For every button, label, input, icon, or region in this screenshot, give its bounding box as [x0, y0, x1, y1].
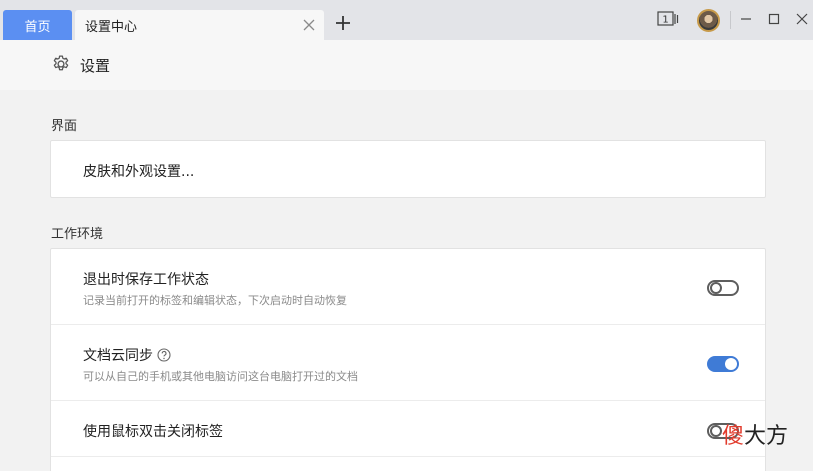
watermark-first-char: 傻	[722, 424, 745, 449]
tab-home-label: 首页	[24, 19, 51, 35]
plus-icon[interactable]	[334, 14, 352, 32]
tab-settings-center[interactable]: 设置中心	[75, 10, 324, 40]
section-label-work-env: 工作环境	[51, 227, 104, 242]
toggle-knob	[710, 282, 722, 294]
tab-settings-label: 设置中心	[85, 19, 138, 35]
maximize-icon[interactable]	[768, 13, 780, 25]
work-env-card: 退出时保存工作状态 记录当前打开的标签和编辑状态，下次启动时自动恢复 文档云同步…	[50, 248, 766, 471]
save-state-toggle[interactable]	[707, 280, 739, 296]
skin-appearance-link[interactable]: 皮肤和外观设置...	[83, 161, 194, 181]
titlebar-divider	[730, 11, 731, 29]
save-state-title: 退出时保存工作状态	[83, 272, 209, 288]
watermark-rest: 大方	[744, 424, 789, 449]
cloud-sync-toggle[interactable]	[707, 356, 739, 372]
window-close-icon[interactable]	[796, 13, 808, 25]
title-bar: 首页 设置中心 1	[0, 0, 813, 40]
window-count-badge: 1	[662, 15, 668, 26]
watermark: 傻大方	[722, 418, 788, 450]
save-state-desc: 记录当前打开的标签和编辑状态，下次启动时自动恢复	[83, 294, 347, 307]
toggle-knob	[710, 425, 722, 437]
close-icon[interactable]	[302, 18, 316, 32]
window-switch-button[interactable]: 1	[657, 11, 679, 27]
question-circle-icon[interactable]	[157, 348, 171, 362]
section-label-interface: 界面	[51, 119, 78, 134]
cloud-sync-title-text: 文档云同步	[83, 348, 153, 364]
gear-icon	[53, 55, 69, 71]
window-switch-icon: 1	[657, 11, 679, 26]
avatar[interactable]	[697, 9, 720, 32]
cloud-sync-row: 文档云同步 可以从自己的手机或其他电脑访问这台电脑打开过的文档	[51, 325, 765, 401]
interface-card: 皮肤和外观设置...	[50, 140, 766, 198]
cloud-sync-desc: 可以从自己的手机或其他电脑访问这台电脑打开过的文档	[83, 370, 358, 383]
tab-home[interactable]: 首页	[3, 10, 72, 40]
page-title: 设置	[80, 57, 111, 75]
next-row-partial	[51, 457, 765, 471]
skin-appearance-row[interactable]: 皮肤和外观设置...	[51, 141, 765, 197]
page-header: 设置	[0, 40, 813, 90]
save-state-row: 退出时保存工作状态 记录当前打开的标签和编辑状态，下次启动时自动恢复	[51, 249, 765, 325]
dblclick-close-title: 使用鼠标双击关闭标签	[83, 424, 223, 440]
dblclick-close-row: 使用鼠标双击关闭标签	[51, 401, 765, 457]
cloud-sync-title: 文档云同步	[83, 345, 171, 365]
minimize-icon[interactable]	[740, 13, 752, 25]
toggle-knob	[725, 358, 737, 370]
